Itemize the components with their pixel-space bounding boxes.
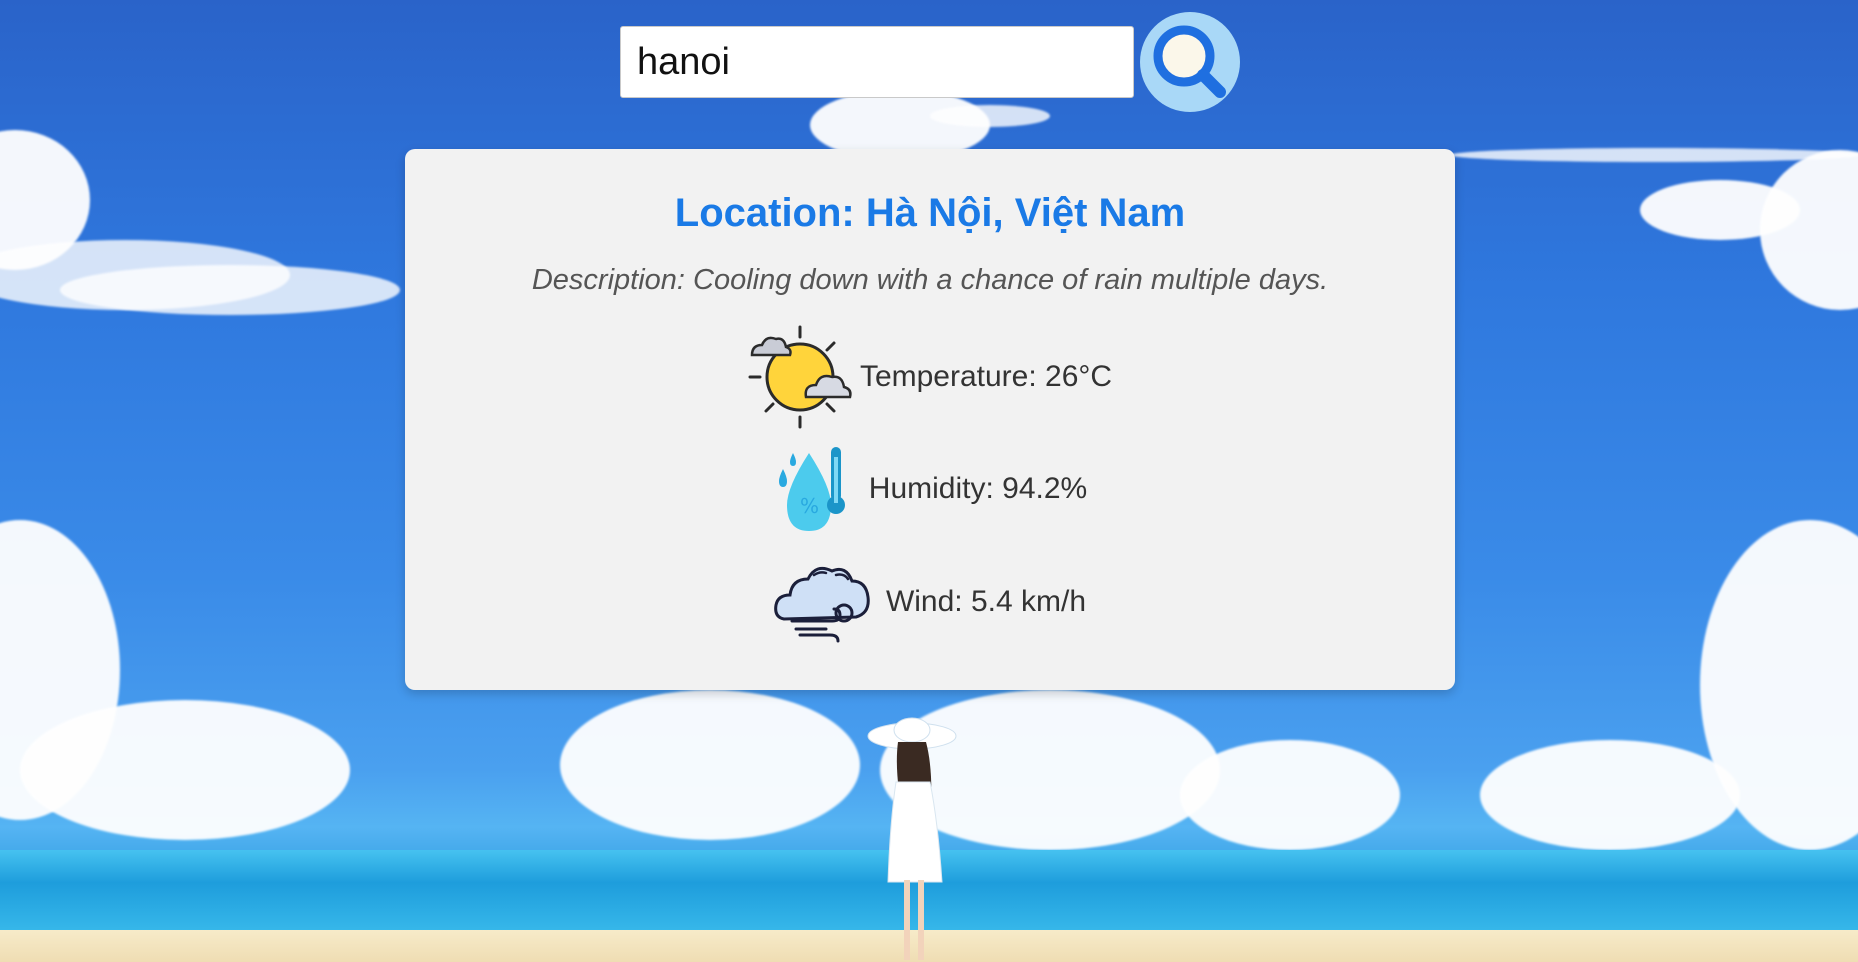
location-title: Location: Hà Nội, Việt Nam — [674, 191, 1186, 235]
search-button[interactable] — [1140, 12, 1240, 112]
temperature-value: Temperature: 26°C — [859, 359, 1113, 393]
svg-text:%: % — [800, 494, 819, 518]
weather-card: Location: Hà Nội, Việt Nam Description: … — [405, 149, 1455, 690]
search-icon — [1153, 25, 1226, 98]
humidity-value: Humidity: 94.2% — [868, 472, 1088, 505]
weather-description: Description: Cooling down with a chance … — [531, 264, 1329, 296]
girl-illustration — [867, 717, 957, 960]
wind-row: Wind: 5.4 km/h — [405, 554, 1455, 649]
temperature-row: Temperature: 26°C — [405, 324, 1455, 429]
search-field[interactable] — [620, 26, 1134, 98]
search-input[interactable] — [635, 39, 1133, 85]
sun-cloud-icon — [748, 325, 852, 428]
humidity-row: % Humidity: 94.2% — [405, 439, 1455, 539]
humidity-drop-thermometer-icon: % — [778, 447, 845, 531]
wind-cloud-icon — [774, 566, 870, 642]
wind-value: Wind: 5.4 km/h — [885, 584, 1087, 618]
weather-app: Location: Hà Nội, Việt Nam Description: … — [0, 0, 1858, 962]
